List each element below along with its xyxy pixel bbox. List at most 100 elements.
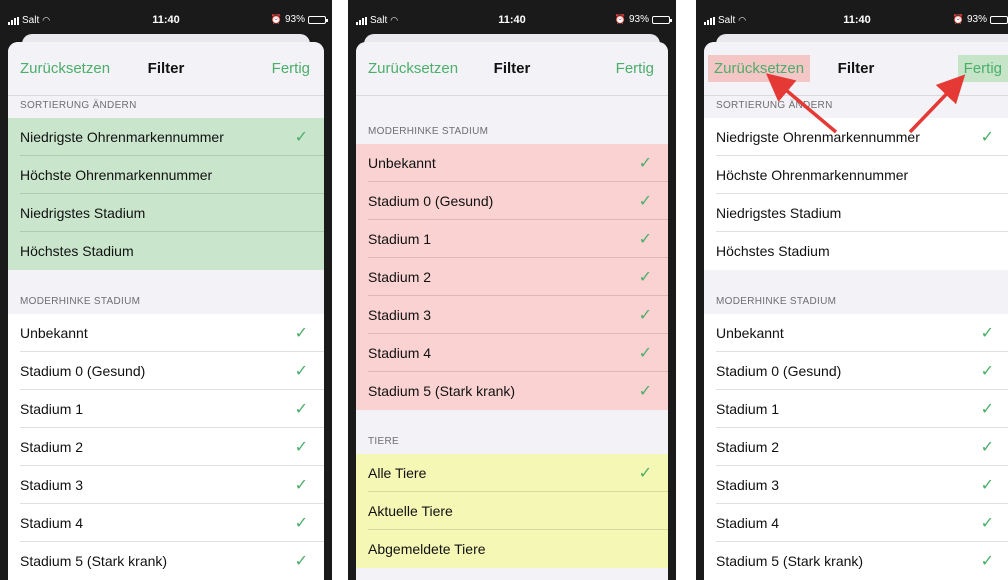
- done-button[interactable]: Fertig: [957, 55, 1008, 82]
- checkmark-icon: ✓: [980, 477, 994, 494]
- list-item[interactable]: Stadium 3 ✓: [704, 466, 1008, 504]
- list-item[interactable]: Stadium 4 ✓: [356, 334, 668, 372]
- checkmark-icon: ✓: [638, 231, 652, 248]
- checkmark-icon: ✓: [638, 269, 652, 286]
- section-header-sort: SORTIERUNG ÄNDERN: [20, 100, 137, 111]
- section-header-sort: SORTIERUNG ÄNDERN: [716, 100, 833, 111]
- phone-screen-sort-highlight: Salt ◠ 11:40 ⏰ 93% Zurücksetzen Filter F…: [0, 0, 332, 580]
- checkmark-icon: ✓: [980, 439, 994, 456]
- battery-percent: 93%: [284, 14, 305, 25]
- list-item[interactable]: Stadium 5 (Stark krank) ✓: [704, 542, 1008, 580]
- list-item[interactable]: Stadium 0 (Gesund) ✓: [704, 352, 1008, 390]
- battery-status: ⏰ 93%: [953, 14, 1008, 25]
- nav-bar: Zurücksetzen Filter Fertig: [704, 42, 1008, 96]
- stage-list: Unbekannt ✓ Stadium 0 (Gesund) ✓ Stadium 1 ✓ S…: [356, 144, 668, 410]
- list-item-label: Stadium 4: [716, 515, 780, 531]
- list-item-label: Unbekannt: [20, 325, 88, 341]
- list-item-label: Stadium 1: [368, 231, 432, 247]
- list-item-label: Höchstes Stadium: [20, 243, 134, 259]
- list-item-label: Stadium 0 (Gesund): [20, 363, 146, 379]
- alarm-icon: ⏰: [614, 14, 626, 24]
- list-item-label: Stadium 4: [368, 345, 432, 361]
- animals-list: Alle Tiere ✓ Aktuelle Tiere Abgemeldete Tie…: [356, 454, 668, 568]
- checkmark-icon: ✓: [294, 477, 308, 494]
- nav-bar: Zurücksetzen Filter Fertig: [356, 42, 668, 96]
- status-bar: Salt ◠ 11:40 ⏰ 93%: [348, 0, 676, 30]
- battery-status: ⏰ 93%: [614, 14, 672, 25]
- list-item-label: Stadium 5 (Stark krank): [368, 383, 516, 399]
- list-item-label: Stadium 1: [716, 401, 780, 417]
- list-item[interactable]: Stadium 4 ✓: [8, 504, 324, 542]
- battery-icon: [652, 15, 672, 24]
- section-header-stage: MODERHINKE STADIUM: [716, 296, 837, 307]
- checkmark-icon: ✓: [980, 363, 994, 380]
- list-item[interactable]: Höchstes Stadium: [704, 232, 1008, 270]
- list-item[interactable]: Höchste Ohrenmarkennummer: [704, 156, 1008, 194]
- list-item[interactable]: Stadium 1 ✓: [704, 390, 1008, 428]
- list-item-label: Aktuelle Tiere: [368, 503, 453, 519]
- list-item[interactable]: Stadium 2 ✓: [8, 428, 324, 466]
- list-item[interactable]: Niedrigste Ohrenmarkennummer ✓: [8, 118, 324, 156]
- list-item[interactable]: Unbekannt ✓: [8, 314, 324, 352]
- list-item[interactable]: Stadium 2 ✓: [356, 258, 668, 296]
- list-item[interactable]: Stadium 1 ✓: [356, 220, 668, 258]
- checkmark-icon: ✓: [638, 465, 652, 482]
- list-item-label: Niedrigstes Stadium: [716, 205, 842, 221]
- battery-percent: 93%: [966, 14, 987, 25]
- list-item-label: Niedrigste Ohrenmarkennummer: [716, 129, 920, 145]
- battery-status: ⏰ 93%: [271, 14, 328, 25]
- status-bar: Salt ◠ 11:40 ⏰ 93%: [0, 0, 332, 30]
- checkmark-icon: ✓: [638, 345, 652, 362]
- list-item[interactable]: Höchstes Stadium: [8, 232, 324, 270]
- list-item-label: Stadium 2: [716, 439, 780, 455]
- list-item-label: Stadium 3: [716, 477, 780, 493]
- sort-list: Niedrigste Ohrenmarkennummer ✓ Höchste Ohr…: [8, 118, 324, 270]
- phone-screen-stage-highlight: Salt ◠ 11:40 ⏰ 93% Zurücksetzen Filter F…: [348, 0, 676, 580]
- checkmark-icon: ✓: [980, 401, 994, 418]
- list-item-label: Unbekannt: [368, 155, 436, 171]
- checkmark-icon: ✓: [980, 325, 994, 342]
- filter-sheet: Zurücksetzen Filter Fertig SORTIERUNG ÄN…: [704, 42, 1008, 580]
- list-item[interactable]: Stadium 0 (Gesund) ✓: [356, 182, 668, 220]
- list-item[interactable]: Stadium 5 (Stark krank) ✓: [356, 372, 668, 410]
- list-item[interactable]: Aktuelle Tiere: [356, 492, 668, 530]
- checkmark-icon: ✓: [638, 193, 652, 210]
- list-item-label: Unbekannt: [716, 325, 784, 341]
- list-item[interactable]: Stadium 3 ✓: [356, 296, 668, 334]
- checkmark-icon: ✓: [294, 515, 308, 532]
- filter-sheet: Zurücksetzen Filter Fertig SORTIERUNG ÄN…: [8, 42, 324, 580]
- list-item-label: Alle Tiere: [368, 465, 427, 481]
- list-item-label: Höchste Ohrenmarkennummer: [20, 167, 213, 183]
- checkmark-icon: ✓: [294, 129, 308, 146]
- done-button[interactable]: Fertig: [616, 60, 654, 77]
- done-button[interactable]: Fertig: [272, 60, 310, 77]
- list-item[interactable]: Niedrigstes Stadium: [704, 194, 1008, 232]
- list-item[interactable]: Stadium 4 ✓: [704, 504, 1008, 542]
- checkmark-icon: ✓: [294, 439, 308, 456]
- list-item-label: Stadium 0 (Gesund): [716, 363, 842, 379]
- list-item[interactable]: Abgemeldete Tiere: [356, 530, 668, 568]
- section-header-stage: MODERHINKE STADIUM: [20, 296, 141, 307]
- battery-icon: [990, 15, 1008, 24]
- checkmark-icon: ✓: [638, 383, 652, 400]
- list-item[interactable]: Niedrigste Ohrenmarkennummer ✓: [704, 118, 1008, 156]
- section-header-stage: MODERHINKE STADIUM: [368, 126, 489, 137]
- list-item[interactable]: Stadium 5 (Stark krank) ✓: [8, 542, 324, 580]
- list-item-label: Stadium 5 (Stark krank): [716, 553, 864, 569]
- battery-icon: [308, 15, 328, 24]
- list-item[interactable]: Niedrigstes Stadium: [8, 194, 324, 232]
- stage-list: Unbekannt ✓ Stadium 0 (Gesund) ✓ Stadium 1 ✓ S…: [704, 314, 1008, 580]
- list-item-label: Stadium 3: [368, 307, 432, 323]
- list-item[interactable]: Höchste Ohrenmarkennummer: [8, 156, 324, 194]
- list-item-label: Niedrigstes Stadium: [20, 205, 146, 221]
- list-item[interactable]: Stadium 0 (Gesund) ✓: [8, 352, 324, 390]
- list-item[interactable]: Stadium 1 ✓: [8, 390, 324, 428]
- list-item-label: Stadium 1: [20, 401, 84, 417]
- list-item[interactable]: Alle Tiere ✓: [356, 454, 668, 492]
- list-item[interactable]: Unbekannt ✓: [356, 144, 668, 182]
- list-item[interactable]: Stadium 2 ✓: [704, 428, 1008, 466]
- list-item[interactable]: Stadium 3 ✓: [8, 466, 324, 504]
- list-item[interactable]: Unbekannt ✓: [704, 314, 1008, 352]
- list-item-label: Niedrigste Ohrenmarkennummer: [20, 129, 224, 145]
- checkmark-icon: ✓: [294, 401, 308, 418]
